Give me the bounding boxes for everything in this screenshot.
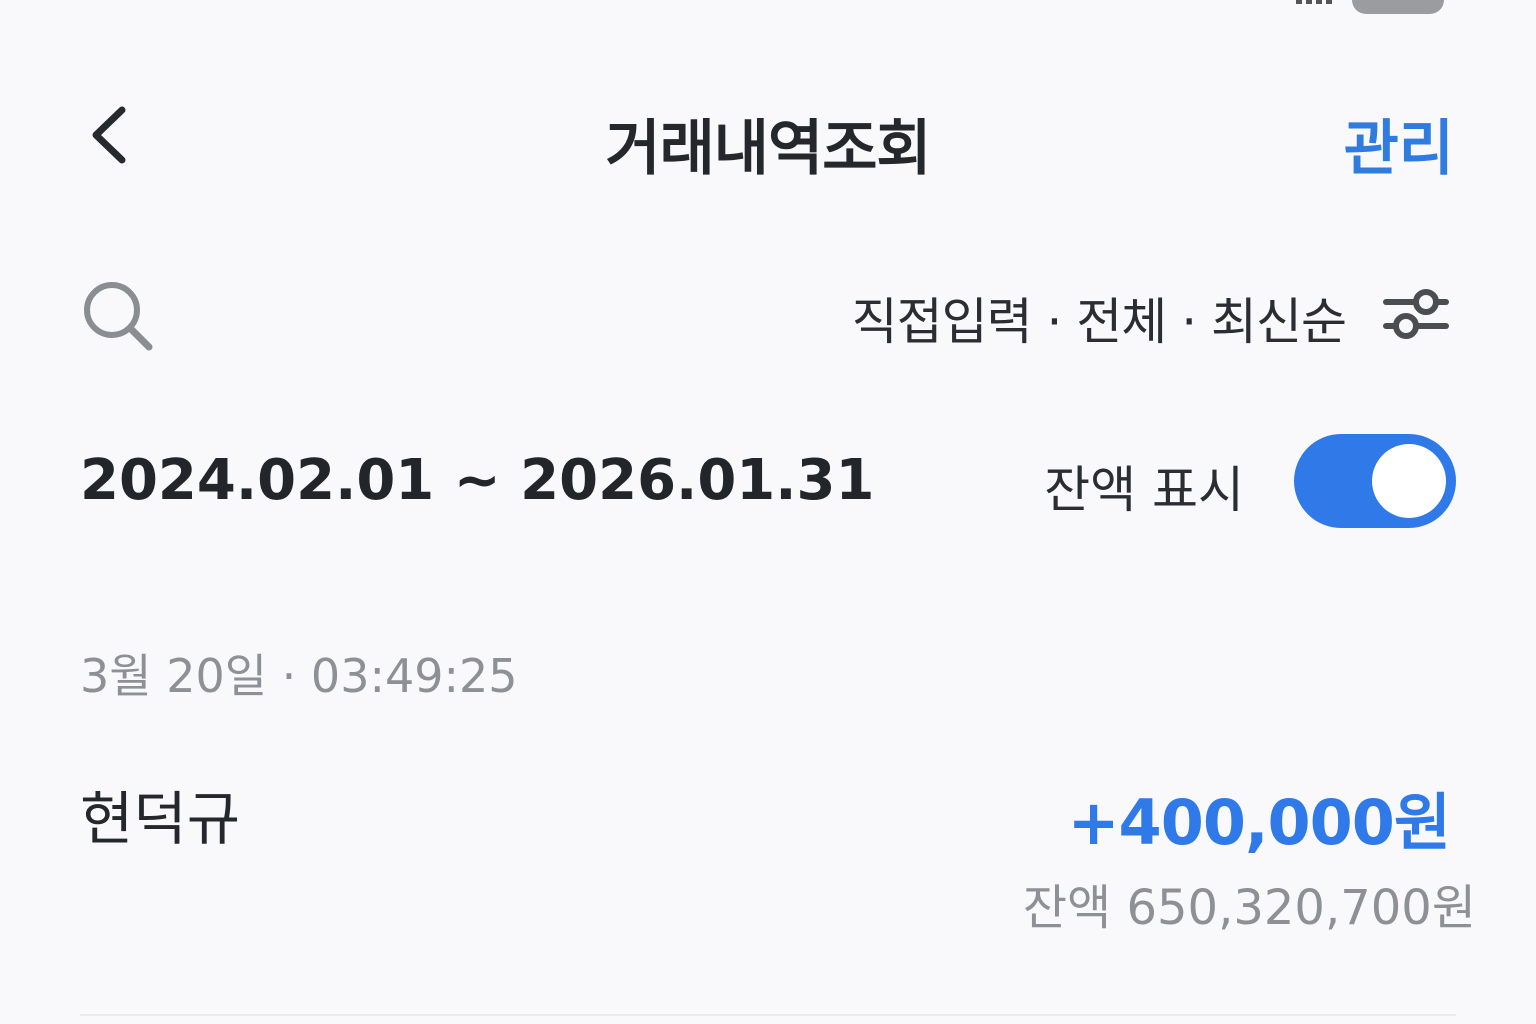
battery-icon bbox=[1352, 0, 1444, 14]
manage-button[interactable]: 관리 bbox=[1344, 100, 1454, 187]
transaction-row[interactable]: 현덕규 +400,000원 잔액 650,320,700원 bbox=[0, 760, 1536, 940]
sliders-icon bbox=[1383, 289, 1449, 339]
balance-toggle-label: 잔액 표시 bbox=[1044, 461, 1244, 519]
header: 거래내역조회 관리 bbox=[0, 70, 1536, 200]
date-range[interactable]: 2024.02.01 ~ 2026.01.31 bbox=[80, 448, 874, 513]
balance-toggle[interactable] bbox=[1294, 434, 1456, 528]
search-icon bbox=[84, 282, 153, 351]
divider bbox=[80, 1014, 1456, 1016]
date-range-row: 2024.02.01 ~ 2026.01.31 잔액 표시 bbox=[0, 430, 1536, 530]
transaction-name: 현덕규 bbox=[80, 785, 241, 853]
filter-settings-button[interactable] bbox=[1382, 284, 1452, 344]
page-title: 거래내역조회 bbox=[605, 114, 931, 184]
toggle-knob bbox=[1372, 444, 1446, 518]
filter-row: 직접입력 · 전체 · 최신순 bbox=[0, 270, 1536, 360]
search-button[interactable] bbox=[80, 278, 156, 354]
filter-summary[interactable]: 직접입력 · 전체 · 최신순 bbox=[852, 282, 1347, 354]
transaction-amount: +400,000원 bbox=[1067, 786, 1451, 859]
status-bar bbox=[0, 0, 1536, 20]
signal-icon bbox=[1296, 0, 1336, 4]
transaction-datetime: 3월 20일 · 03:49:25 bbox=[80, 649, 518, 703]
transaction-balance: 잔액 650,320,700원 bbox=[1022, 880, 1476, 936]
